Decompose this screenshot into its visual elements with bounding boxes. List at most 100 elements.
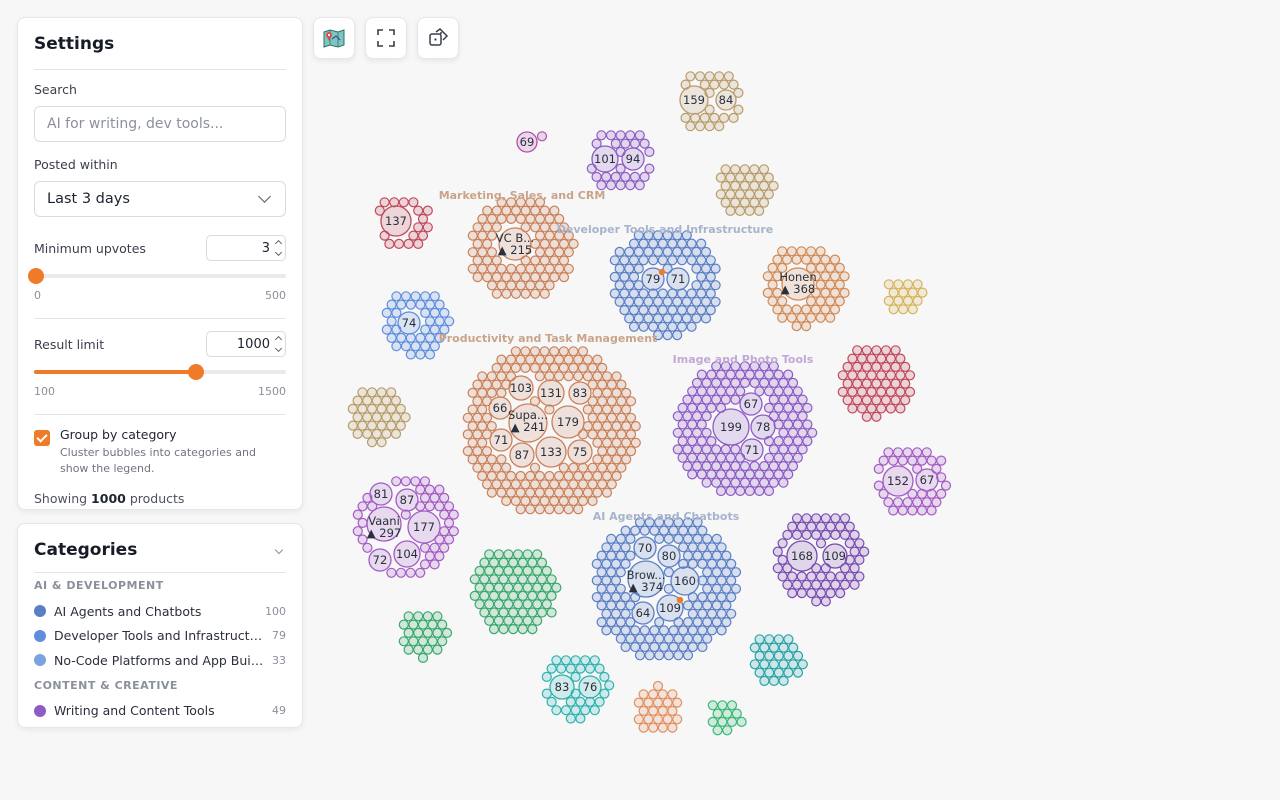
product-bubble[interactable] [506, 280, 517, 291]
product-bubble[interactable] [796, 246, 807, 257]
product-bubble[interactable] [639, 138, 650, 149]
product-bubble[interactable] [654, 650, 665, 661]
product-bubble[interactable] [837, 370, 848, 381]
product-bubble[interactable] [696, 402, 707, 413]
product-bubble[interactable] [624, 263, 635, 274]
product-bubble[interactable] [902, 447, 913, 458]
product-bubble[interactable] [405, 332, 416, 343]
product-bubble[interactable] [539, 205, 550, 216]
product-bubble[interactable] [434, 299, 445, 310]
product-bubble[interactable] [573, 354, 584, 365]
product-bubble[interactable] [711, 377, 722, 388]
product-bubble[interactable] [601, 404, 613, 415]
product-bubble[interactable] [573, 504, 584, 515]
product-bubble[interactable] [472, 238, 483, 249]
product-bubble[interactable] [568, 346, 579, 357]
product-bubble[interactable] [575, 696, 586, 708]
product-bubble[interactable] [783, 452, 794, 463]
product-bubble[interactable] [496, 371, 507, 382]
product-bubble[interactable] [830, 513, 841, 524]
product-bubble[interactable] [549, 205, 560, 216]
product-bubble[interactable] [525, 504, 536, 515]
product-bubble[interactable] [486, 247, 498, 258]
product-bubble[interactable] [633, 296, 644, 307]
product-bubble[interactable] [657, 238, 668, 249]
product-bubble[interactable] [592, 404, 603, 415]
product-bubble[interactable] [493, 549, 504, 560]
product-bubble[interactable] [596, 616, 607, 628]
product-bubble[interactable] [898, 287, 909, 298]
product-bubble[interactable] [568, 479, 579, 490]
product-bubble[interactable] [701, 411, 712, 422]
product-bubble[interactable] [801, 513, 812, 524]
product-bubble[interactable] [696, 238, 707, 249]
product-bubble[interactable] [628, 271, 640, 282]
product-bubble[interactable] [721, 616, 732, 628]
product-bubble[interactable] [420, 307, 431, 318]
product-bubble[interactable] [725, 485, 736, 497]
product-bubble[interactable] [482, 222, 493, 233]
product-bubble[interactable] [437, 619, 448, 630]
product-bubble[interactable] [491, 255, 502, 266]
product-bubble[interactable] [517, 590, 528, 602]
product-bubble[interactable] [900, 361, 911, 372]
product-bubble[interactable] [390, 412, 402, 423]
product-bubble[interactable] [682, 444, 693, 455]
product-bubble[interactable] [811, 513, 822, 524]
product-bubble[interactable] [787, 427, 799, 438]
product-bubble[interactable] [783, 369, 794, 380]
product-bubble[interactable] [633, 313, 644, 324]
product-bubble[interactable] [701, 377, 712, 388]
product-bubble[interactable] [493, 599, 504, 610]
product-bubble[interactable] [763, 386, 775, 397]
product-bubble[interactable] [844, 571, 855, 582]
product-bubble[interactable] [820, 271, 831, 282]
product-bubble[interactable] [644, 650, 655, 661]
product-bubble[interactable] [726, 700, 738, 711]
product-bubble[interactable] [628, 238, 640, 249]
product-bubble[interactable] [534, 280, 546, 291]
product-bubble[interactable] [384, 238, 395, 249]
product-bubble[interactable] [601, 371, 613, 382]
product-bubble[interactable] [676, 321, 688, 332]
product-bubble[interactable] [587, 462, 598, 473]
product-bubble[interactable] [904, 386, 916, 397]
product-bubble[interactable] [787, 571, 798, 582]
product-bubble[interactable] [657, 305, 668, 316]
product-bubble[interactable] [707, 700, 718, 711]
product-bubble[interactable] [825, 279, 836, 290]
product-bubble[interactable] [515, 504, 526, 515]
product-bubble[interactable] [625, 633, 636, 644]
product-bubble[interactable] [842, 395, 853, 406]
product-bubble[interactable] [697, 608, 708, 619]
product-bubble[interactable] [815, 538, 827, 549]
product-bubble[interactable] [592, 470, 603, 482]
product-bubble[interactable] [481, 462, 493, 473]
product-bubble[interactable] [749, 461, 760, 472]
product-bubble[interactable] [596, 583, 607, 594]
product-bubble[interactable] [577, 495, 589, 507]
product-bubble[interactable] [352, 526, 363, 537]
product-bubble[interactable] [611, 470, 622, 482]
product-bubble[interactable] [763, 189, 774, 200]
product-bubble[interactable] [878, 455, 889, 466]
product-bubble[interactable] [712, 725, 723, 736]
product-bubble[interactable] [532, 582, 543, 593]
product-bubble[interactable] [735, 485, 746, 497]
product-bubble[interactable] [677, 452, 688, 463]
product-bubble[interactable] [371, 428, 382, 439]
product-bubble[interactable] [597, 446, 608, 457]
product-bubble[interactable] [678, 625, 689, 636]
product-bubble[interactable] [648, 321, 659, 332]
product-bubble[interactable] [736, 716, 747, 728]
product-bubble[interactable] [897, 455, 908, 466]
product-bubble[interactable] [544, 354, 555, 365]
product-bubble[interactable] [391, 476, 402, 487]
product-bubble[interactable] [711, 550, 722, 561]
product-bubble[interactable] [601, 421, 613, 432]
product-bubble[interactable] [592, 437, 603, 448]
product-bubble[interactable] [778, 675, 789, 687]
product-bubble[interactable] [912, 447, 923, 458]
product-bubble[interactable] [834, 296, 845, 307]
product-bubble[interactable] [415, 484, 426, 495]
